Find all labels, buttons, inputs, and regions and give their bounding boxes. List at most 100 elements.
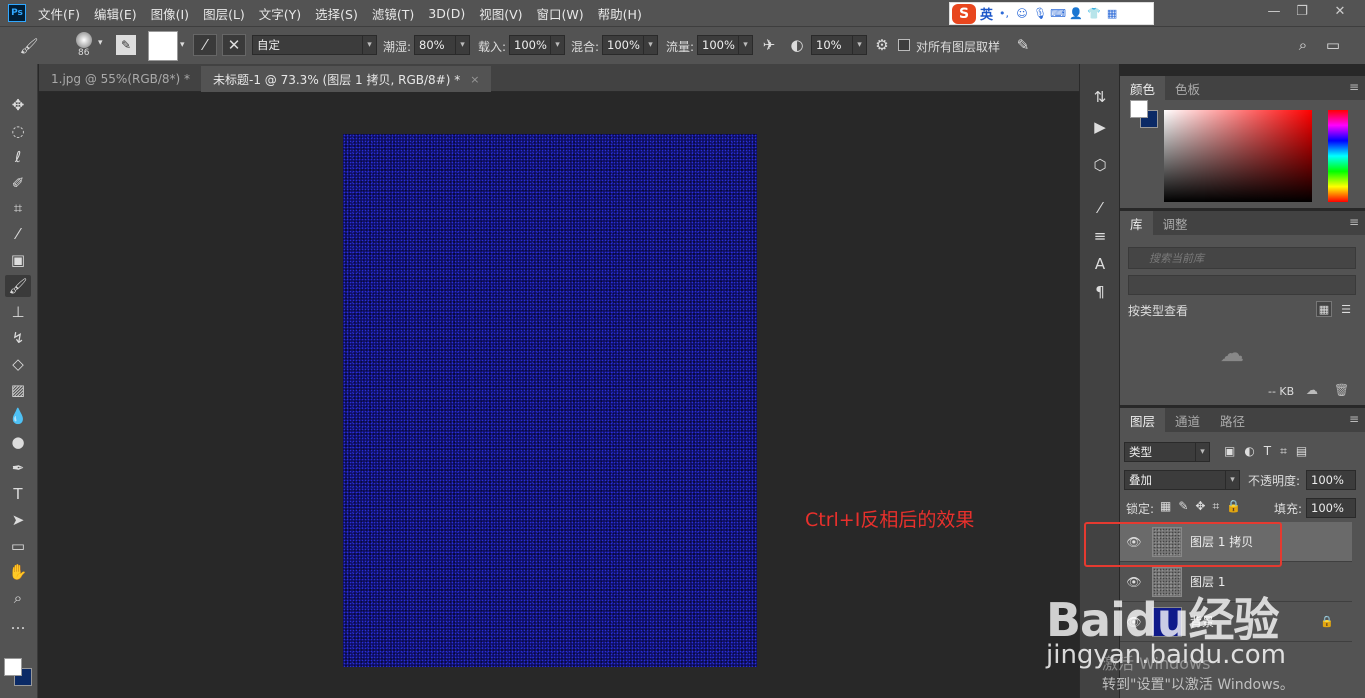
brush-picker-chevron-icon[interactable]: ▾ [98,38,103,48]
tab-paths[interactable]: 路径 [1210,408,1255,432]
ime-toolbar[interactable]: S 英 •, ☺ 🎙 ⌨ 👤 👕 ▦ [949,2,1154,25]
marquee-tool-icon[interactable]: ◌ [5,120,31,142]
move-tool-icon[interactable]: ✥ [5,94,31,116]
brush-settings-panel-icon[interactable]: ⁄ [1089,197,1111,219]
layer-filter-select[interactable]: 类型 ▾ [1124,442,1210,462]
hand-tool-icon[interactable]: ✋ [5,561,31,583]
gradient-tool-icon[interactable]: ▨ [5,379,31,401]
close-icon[interactable]: × [470,73,479,86]
menu-3d[interactable]: 3D(D) [428,6,465,21]
menu-file[interactable]: 文件(F) [38,4,80,23]
airbrush-icon[interactable]: ✈ [758,35,780,55]
3d-cube-icon[interactable]: ⬡ [1089,154,1111,176]
character-icon[interactable]: A [1089,253,1111,275]
menu-help[interactable]: 帮助(H) [598,4,642,23]
sample-all-layers-checkbox[interactable] [898,39,910,51]
lock-icons[interactable]: ▦✎✥⌗🔒 [1160,499,1248,514]
search-icon[interactable]: ⌕ [1292,35,1314,55]
smoothing-input[interactable]: 10% ▾ [811,35,867,55]
smoothing-icon[interactable]: ◐ [786,35,808,55]
minimize-button[interactable]: — [1259,0,1289,22]
panel-menu-icon[interactable]: ≡ [1349,215,1359,229]
history-brush-tool-icon[interactable]: ↯ [5,327,31,349]
zoom-tool-icon[interactable]: ⌕ [5,587,31,609]
load-brush-icon[interactable]: ⁄ [193,34,217,56]
punctuation-icon[interactable]: •, [997,7,1011,21]
library-select[interactable] [1128,275,1356,295]
blend-mode-select[interactable]: 叠加 ▾ [1124,470,1240,490]
tab-swatches[interactable]: 色板 [1165,76,1210,100]
ime-mode[interactable]: 英 [980,4,993,23]
tab-layers[interactable]: 图层 [1120,408,1166,432]
document-canvas[interactable] [343,134,757,667]
blur-tool-icon[interactable]: 💧 [5,405,31,427]
keyboard-icon[interactable]: ⌨ [1050,7,1066,21]
history-icon[interactable]: ⇅ [1089,86,1111,108]
mixer-preset-select[interactable]: 自定 ▾ [252,35,377,55]
opacity-input[interactable]: 100% [1306,470,1356,490]
tab-adjustments[interactable]: 调整 [1153,211,1198,235]
menu-view[interactable]: 视图(V) [479,4,522,23]
brush-preview-icon[interactable] [76,32,92,48]
pen-tool-icon[interactable]: ✒ [5,457,31,479]
play-actions-icon[interactable]: ▶ [1089,116,1111,138]
grid-view-icon[interactable]: ▦ [1316,301,1332,317]
flow-input[interactable]: 100% ▾ [697,35,753,55]
patch-tool-icon[interactable]: ▣ [5,249,31,271]
library-view-label[interactable]: 按类型查看 [1128,302,1188,319]
grid-menu-icon[interactable]: ▦ [1105,7,1119,21]
trash-icon[interactable]: 🗑 [1334,383,1349,397]
color-fg-swatch[interactable] [1130,100,1148,118]
workspace-icon[interactable]: ▭ [1322,35,1344,55]
menu-edit[interactable]: 编辑(E) [94,4,137,23]
tab-channels[interactable]: 通道 [1165,408,1210,432]
menu-window[interactable]: 窗口(W) [537,4,584,23]
more-tools-icon[interactable]: … [5,613,31,635]
library-search-input[interactable]: 搜索当前库 [1128,247,1356,269]
adjust-icon[interactable]: ≡ [1089,225,1111,247]
crop-tool-icon[interactable]: ⌗ [5,197,31,219]
list-view-icon[interactable]: ☰ [1338,301,1354,317]
eyedropper-tool-icon[interactable]: ⁄ [5,223,31,245]
brush-settings-icon[interactable]: ✎ [116,35,136,55]
dodge-tool-icon[interactable]: ● [5,431,31,453]
user-icon[interactable]: 👤 [1069,7,1083,21]
microphone-icon[interactable]: 🎙 [1033,7,1047,21]
stamp-tool-icon[interactable]: ⊥ [5,301,31,323]
menu-image[interactable]: 图像(I) [151,4,189,23]
foreground-color-swatch[interactable] [4,658,22,676]
fill-input[interactable]: 100% [1306,498,1356,518]
menu-type[interactable]: 文字(Y) [259,4,301,23]
layer-filter-icons[interactable]: ▣◐T⌗▤ [1224,444,1316,459]
brush-tool-icon[interactable]: 🖌 [5,275,31,297]
path-select-tool-icon[interactable]: ➤ [5,509,31,531]
rectangle-tool-icon[interactable]: ▭ [5,535,31,557]
restore-button[interactable]: ❐ [1287,0,1317,22]
clean-brush-icon[interactable]: ✕ [222,34,246,56]
wet-input[interactable]: 80% ▾ [414,35,470,55]
type-tool-icon[interactable]: T [5,483,31,505]
color-spectrum[interactable] [1164,110,1312,202]
load-input[interactable]: 100% ▾ [509,35,565,55]
skin-icon[interactable]: 👕 [1087,7,1101,21]
tab-libraries[interactable]: 库 [1120,211,1153,235]
cloud-sync-icon[interactable]: ☁ [1306,383,1318,397]
panel-menu-icon[interactable]: ≡ [1349,80,1359,94]
mix-input[interactable]: 100% ▾ [602,35,658,55]
panel-menu-icon[interactable]: ≡ [1349,412,1359,426]
tab-1jpg[interactable]: 1.jpg @ 55%(RGB/8*) * × [39,66,221,92]
menu-filter[interactable]: 滤镜(T) [372,4,414,23]
tab-untitled-1[interactable]: 未标题-1 @ 73.3% (图层 1 拷贝, RGB/8#) * × [201,66,492,92]
quick-select-tool-icon[interactable]: ✐ [5,172,31,194]
tab-color[interactable]: 颜色 [1120,76,1166,100]
pressure-icon[interactable]: ✎ [1012,35,1034,55]
close-button[interactable]: ✕ [1325,0,1355,22]
eraser-tool-icon[interactable]: ◇ [5,353,31,375]
menu-layer[interactable]: 图层(L) [203,4,245,23]
brush-tool-icon[interactable]: 🖌 [16,36,42,56]
current-color-swatch[interactable] [148,31,178,61]
paragraph-icon[interactable]: ¶ [1089,281,1111,303]
hue-slider[interactable] [1328,110,1348,202]
emoji-icon[interactable]: ☺ [1015,7,1029,21]
gear-icon[interactable]: ⚙ [872,35,892,55]
